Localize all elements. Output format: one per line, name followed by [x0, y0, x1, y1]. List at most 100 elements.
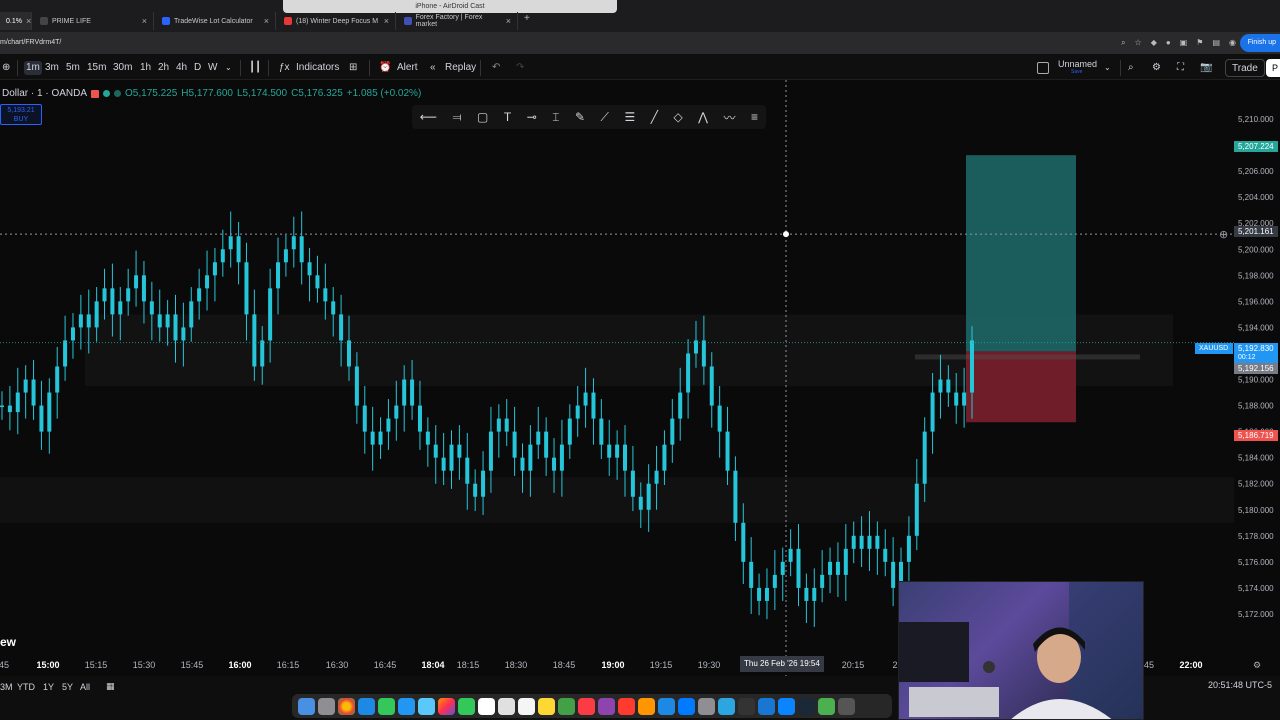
app-store-icon[interactable]	[678, 697, 695, 715]
notes-icon[interactable]	[538, 697, 555, 715]
timeframe-1h[interactable]: 1h	[140, 61, 151, 75]
redo-icon[interactable]: ↷	[516, 61, 524, 75]
add-symbol-icon[interactable]: ⊕	[2, 61, 10, 75]
system-settings-icon[interactable]	[698, 697, 715, 715]
terminal-icon[interactable]	[738, 697, 755, 715]
text-icon[interactable]: T	[504, 110, 511, 124]
layouts-grid-icon[interactable]: ⊞	[349, 61, 357, 75]
timeframe-3m[interactable]: 3m	[45, 61, 59, 75]
trade-button[interactable]: Trade	[1225, 59, 1265, 77]
bookmark-star-icon[interactable]: ☆	[1135, 32, 1142, 54]
close-icon[interactable]: ×	[26, 16, 31, 26]
horizontal-line-icon[interactable]: ⊸	[527, 110, 537, 124]
telegram-icon[interactable]	[718, 697, 735, 715]
keynote-icon[interactable]	[658, 697, 675, 715]
timeframe-15m[interactable]: 15m	[87, 61, 106, 75]
reminders-icon[interactable]	[518, 697, 535, 715]
shape-icon[interactable]: ◇	[673, 110, 682, 124]
fib-retracement-icon[interactable]: ☰	[624, 110, 635, 124]
undo-icon[interactable]: ↶	[492, 61, 500, 75]
parallel-channel-icon[interactable]: ⫤	[452, 110, 461, 125]
timeframe-d[interactable]: D	[194, 61, 201, 75]
numbers-icon[interactable]	[558, 697, 575, 715]
timeframe-4h[interactable]: 4h	[176, 61, 187, 75]
quick-search-icon[interactable]: ⌕	[1128, 61, 1134, 75]
launchpad-icon[interactable]	[318, 697, 335, 715]
finder-window-icon[interactable]	[778, 697, 795, 715]
timeframe-1m[interactable]: 1m	[24, 61, 42, 75]
facetime-icon[interactable]	[458, 697, 475, 715]
path-icon[interactable]: ⟋	[601, 110, 609, 125]
alert-icon[interactable]: ⏰	[379, 61, 391, 75]
snapshot-camera-icon[interactable]: 📷	[1200, 61, 1212, 75]
indicators-button[interactable]: Indicators	[296, 61, 339, 75]
profile-icon[interactable]: ◉	[1229, 32, 1236, 54]
more-tools-icon[interactable]: ≡	[751, 110, 758, 124]
tab-youtube[interactable]: (18) Winter Deep Focus M ×	[278, 12, 396, 30]
close-icon[interactable]: ×	[506, 16, 511, 26]
news-icon[interactable]	[618, 697, 635, 715]
time-axis-settings-icon[interactable]: ⚙	[1253, 660, 1261, 671]
trash-icon[interactable]	[838, 697, 855, 715]
range-5y[interactable]: 5Y	[62, 680, 73, 694]
spreadsheet-icon[interactable]	[818, 697, 835, 715]
close-icon[interactable]: ×	[142, 16, 147, 26]
tab-tradewise[interactable]: TradeWise Lot Calculator ×	[156, 12, 276, 30]
calendar-app-icon[interactable]	[478, 697, 495, 715]
timeframe-2h[interactable]: 2h	[158, 61, 169, 75]
pages-icon[interactable]	[638, 697, 655, 715]
symbol-name[interactable]: Dollar · 1 · OANDA	[2, 88, 87, 99]
publish-button[interactable]: P	[1266, 59, 1280, 77]
timezone-clock[interactable]: 20:51:48 UTC-5	[1208, 680, 1272, 690]
layout-save-label[interactable]: Save	[1071, 69, 1082, 75]
timeframe-30m[interactable]: 30m	[113, 61, 132, 75]
zoom-app-icon[interactable]	[758, 697, 775, 715]
steam-icon[interactable]	[798, 697, 815, 715]
extension-icon[interactable]: ▣	[1180, 32, 1188, 54]
chevron-down-icon[interactable]: ⌄	[1104, 61, 1111, 75]
layout-select-icon[interactable]	[1037, 62, 1049, 74]
tab-forex-factory[interactable]: Forex Factory | Forex market ×	[398, 12, 518, 30]
sidebar-icon[interactable]: ▤	[1212, 32, 1220, 54]
range-1y[interactable]: 1Y	[43, 680, 54, 694]
finder-icon[interactable]	[298, 697, 315, 715]
close-icon[interactable]: ×	[384, 16, 389, 26]
messages-icon[interactable]	[378, 697, 395, 715]
finish-update-button[interactable]: Finish up	[1239, 34, 1280, 52]
extension-icon[interactable]: ◆	[1151, 32, 1157, 54]
extension-icon[interactable]: ⚑	[1196, 32, 1203, 54]
indicators-icon[interactable]: ƒx	[279, 61, 290, 75]
pattern-icon[interactable]: ⋀	[698, 110, 708, 124]
music-icon[interactable]	[578, 697, 595, 715]
horizontal-ray-icon[interactable]: ⟵	[420, 110, 437, 124]
layout-name[interactable]: Unnamed	[1058, 59, 1097, 69]
timeframe-w[interactable]: W	[208, 61, 217, 75]
tab-prime-life[interactable]: PRIME LIFE ×	[34, 12, 154, 30]
new-tab-icon[interactable]: +	[524, 13, 530, 24]
range-ytd[interactable]: YTD	[17, 680, 35, 694]
trend-line-icon[interactable]: ╱	[651, 110, 658, 124]
buy-button[interactable]: 5,193.21 BUY	[0, 104, 42, 125]
safari-icon[interactable]	[358, 697, 375, 715]
calendar-icon[interactable]: ▦	[106, 679, 115, 693]
close-icon[interactable]: ×	[264, 16, 269, 26]
range-all[interactable]: All	[80, 680, 90, 694]
chrome-icon[interactable]	[338, 697, 355, 715]
alert-button[interactable]: Alert	[397, 61, 418, 75]
price-range-icon[interactable]: ⌶	[552, 110, 559, 125]
url-bar[interactable]: m/chart/FRVdrm4T/ ⌕ ☆ ◆ ● ▣ ⚑ ▤ ◉	[0, 32, 1280, 54]
replay-icon[interactable]: «	[430, 61, 436, 75]
settings-gear-icon[interactable]: ⚙	[1152, 61, 1161, 75]
fullscreen-icon[interactable]: ⛶	[1177, 61, 1184, 75]
brush-icon[interactable]: ✎	[575, 110, 585, 124]
timeframe-5m[interactable]: 5m	[66, 61, 80, 75]
elliott-wave-icon[interactable]: 〰	[724, 109, 736, 126]
chevron-down-icon[interactable]: ⌄	[225, 61, 232, 75]
candle-style-icon[interactable]: ┃┃	[249, 61, 261, 75]
photos-icon[interactable]	[438, 697, 455, 715]
zoom-icon[interactable]: ⌕	[1121, 32, 1125, 54]
extension-icon[interactable]: ●	[1166, 32, 1171, 54]
contacts-icon[interactable]	[498, 697, 515, 715]
replay-button[interactable]: Replay	[445, 61, 476, 75]
podcasts-icon[interactable]	[598, 697, 615, 715]
